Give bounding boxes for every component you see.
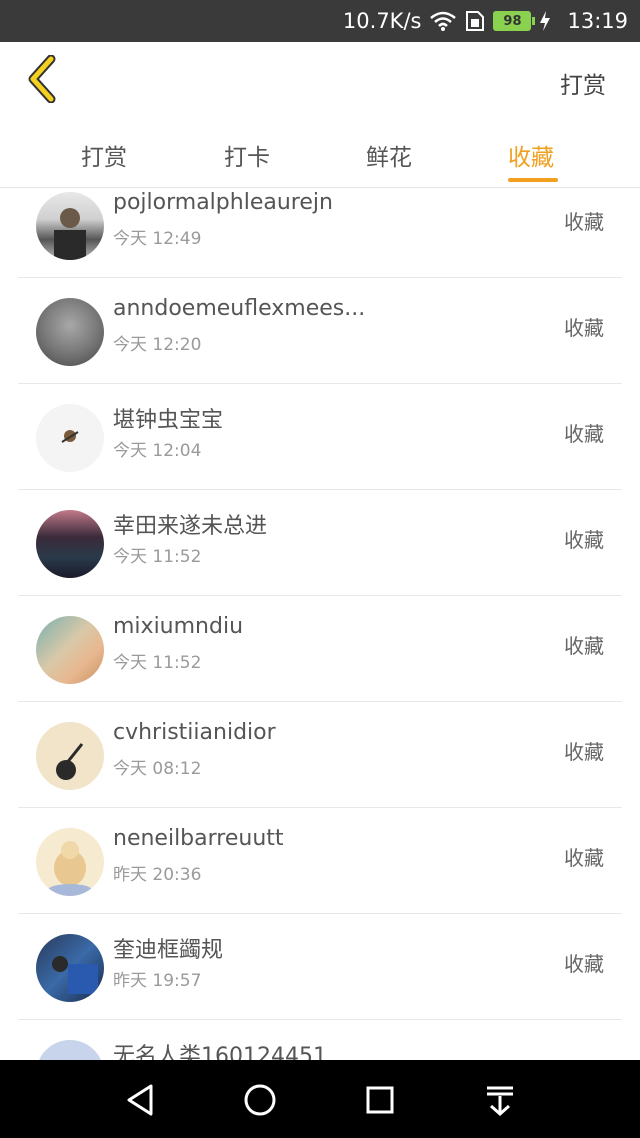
system-nav-bar [0,1060,640,1138]
list-item[interactable]: 幸田来遂未总进 今天 11:52 收藏 [18,490,622,596]
favorite-label: 收藏 [564,528,604,552]
back-triangle-icon[interactable] [118,1078,162,1122]
favorite-label: 收藏 [564,316,604,340]
list-item[interactable]: neneilbarreuutt 昨天 20:36 收藏 [18,808,622,914]
clock: 13:19 [567,9,628,33]
user-name: neneilbarreuutt [113,826,284,851]
tab-bar: 打赏 打卡 鲜花 收藏 [0,122,640,188]
favorites-list: pojlormalphleaurejn 今天 12:49 收藏 anndoeme… [0,188,640,1060]
favorite-label: 收藏 [564,740,604,764]
favorite-label: 收藏 [564,952,604,976]
timestamp: 今天 11:52 [113,653,202,673]
avatar [36,510,104,578]
charging-icon [539,10,551,32]
user-name: 无名人类160124451 [113,1044,327,1060]
timestamp: 昨天 19:57 [113,971,202,991]
list-item[interactable]: mixiumndiu 今天 11:52 收藏 [18,596,622,702]
user-name: cvhristiianidior [113,720,276,745]
avatar [36,934,104,1002]
status-bar: 10.7K/s 98 13:19 [0,0,640,42]
list-item[interactable]: anndoemeuflexmees... 今天 12:20 收藏 [18,278,622,384]
user-name: 堪钟虫宝宝 [113,408,224,433]
back-button[interactable] [20,54,64,107]
home-circle-icon[interactable] [238,1078,282,1122]
battery-icon: 98 [493,11,536,31]
wifi-icon [429,10,457,32]
list-item[interactable]: 堪钟虫宝宝 今天 12:04 收藏 [18,384,622,490]
user-name: anndoemeuflexmees... [113,296,366,321]
user-name: mixiumndiu [113,614,244,639]
list-item[interactable]: 奎迪框蠲规 昨天 19:57 收藏 [18,914,622,1020]
avatar [36,722,104,790]
header: 打赏 [0,42,640,122]
header-reward-button[interactable]: 打赏 [560,66,606,100]
tab-reward[interactable]: 打赏 [81,138,127,172]
chevron-left-icon [25,54,59,107]
favorite-label: 收藏 [564,210,604,234]
avatar [36,192,104,260]
sim-icon [465,10,485,32]
favorite-label: 收藏 [564,422,604,446]
list-item[interactable]: 无名人类160124451 [18,1020,622,1060]
network-speed: 10.7K/s [342,9,422,33]
timestamp: 昨天 20:36 [113,865,202,885]
avatar [36,828,104,896]
tab-favorites[interactable]: 收藏 [508,138,554,172]
user-name: pojlormalphleaurejn [113,190,333,215]
avatar [36,616,104,684]
timestamp: 今天 08:12 [113,759,202,779]
favorite-label: 收藏 [564,634,604,658]
battery-level: 98 [493,11,532,31]
user-name: 奎迪框蠲规 [113,938,224,963]
tab-checkin[interactable]: 打卡 [224,138,270,172]
timestamp: 今天 12:49 [113,229,202,249]
active-tab-indicator [508,178,558,182]
user-name: 幸田来遂未总进 [113,514,268,539]
tab-flowers[interactable]: 鲜花 [366,138,412,172]
avatar [36,298,104,366]
list-item[interactable]: pojlormalphleaurejn 今天 12:49 收藏 [18,188,622,278]
timestamp: 今天 12:04 [113,441,202,461]
timestamp: 今天 12:20 [113,335,202,355]
notification-pull-icon[interactable] [478,1078,522,1122]
favorite-label: 收藏 [564,846,604,870]
avatar [36,404,104,472]
avatar [36,1040,104,1060]
timestamp: 今天 11:52 [113,547,202,567]
recents-square-icon[interactable] [358,1078,402,1122]
list-item[interactable]: cvhristiianidior 今天 08:12 收藏 [18,702,622,808]
